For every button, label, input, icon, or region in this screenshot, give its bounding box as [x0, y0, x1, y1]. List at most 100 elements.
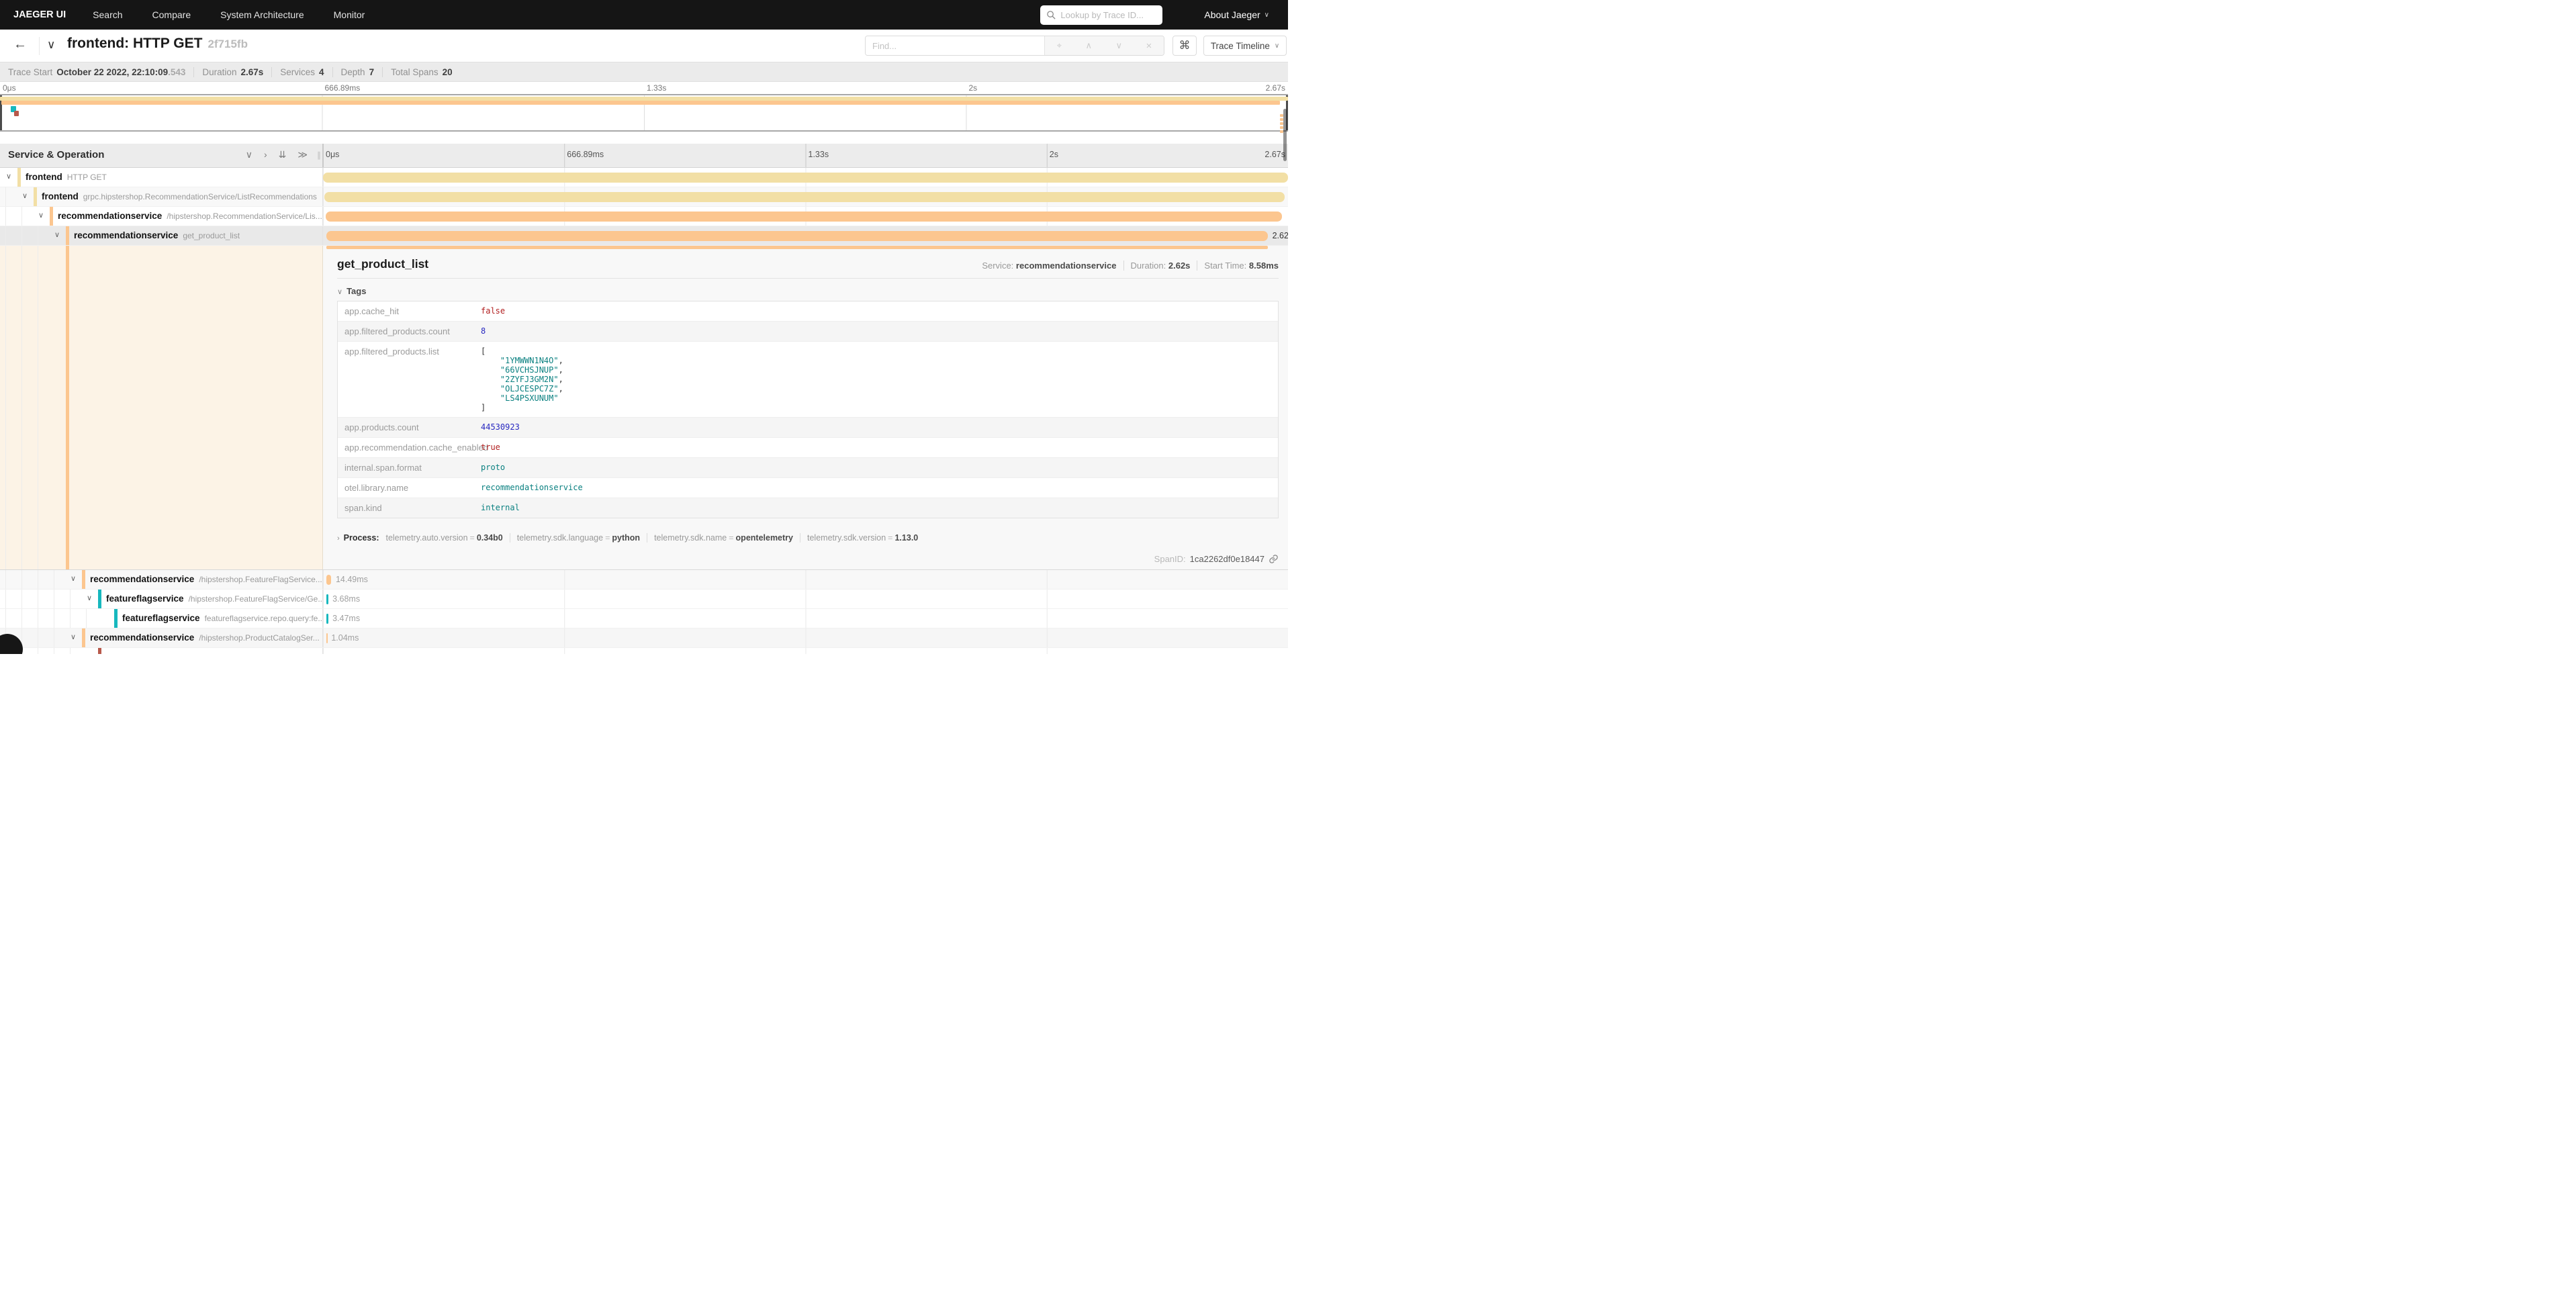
tag-row[interactable]: app.cache_hitfalse [338, 301, 1278, 322]
about-jaeger-menu[interactable]: About Jaeger ∨ [1204, 9, 1269, 20]
clear-find-icon[interactable]: × [1146, 40, 1152, 52]
trace-id-search-input[interactable] [1040, 5, 1162, 25]
span-timeline-cell[interactable]: 2.62s [323, 226, 1288, 245]
span-timeline-cell[interactable] [323, 168, 1288, 187]
span-name-cell[interactable]: ∨ frontendgrpc.hipstershop.Recommendation… [0, 187, 323, 206]
span-duration-bar[interactable] [323, 173, 1288, 183]
next-result-icon[interactable]: ∨ [1116, 40, 1123, 51]
span-detail-meta: Service: recommendationservice Duration:… [982, 261, 1279, 271]
span-duration-bar[interactable] [324, 192, 1285, 202]
expand-one-icon[interactable]: › [264, 149, 267, 160]
indent-guide [21, 207, 22, 226]
column-resizer-handle[interactable]: ∥ [317, 150, 321, 160]
span-name-cell[interactable]: ∨frontendHTTP GET [0, 168, 323, 187]
span-duration-bar[interactable] [326, 614, 328, 624]
chevron-down-icon[interactable]: ∨ [6, 172, 11, 181]
jaeger-trace-page: JAEGER UI Search Compare System Architectu… [0, 0, 1288, 654]
chevron-down-icon: ∨ [337, 288, 342, 296]
find-input[interactable] [866, 36, 1044, 55]
keyboard-shortcuts-button[interactable]: ⌘ [1172, 36, 1197, 56]
span-row[interactable]: ∨ recommendationservice/hipstershop.Recom… [0, 207, 1288, 226]
tag-row[interactable]: app.products.count44530923 [338, 418, 1278, 438]
tag-row[interactable]: span.kindinternal [338, 498, 1278, 518]
span-name-cell[interactable]: ∨recommendationserviceget_product_list [0, 226, 323, 245]
process-section-toggle[interactable]: ›Process: [337, 533, 379, 543]
span-timeline-cell[interactable] [323, 648, 1288, 654]
span-timeline-cell[interactable] [323, 207, 1288, 226]
nav-item-system-architecture[interactable]: System Architecture [220, 9, 304, 20]
span-name-cell[interactable]: ∨ recommendationservice/hipstershop.Recom… [0, 207, 323, 226]
collapse-all-icon[interactable]: ⇊ [279, 149, 287, 160]
tag-row[interactable]: otel.library.namerecommendationservice [338, 478, 1278, 498]
span-duration-label: 14.49ms [336, 575, 368, 584]
span-timeline-cell[interactable]: 14.49ms [323, 570, 1288, 589]
selected-span-bar-strip[interactable] [326, 246, 1269, 249]
indent-guide [21, 590, 22, 608]
chevron-down-icon[interactable]: ∨ [71, 633, 76, 641]
tag-row[interactable]: app.recommendation.cache_enabledtrue [338, 438, 1278, 458]
nav-item-monitor[interactable]: Monitor [334, 9, 365, 20]
minimap-canvas[interactable] [0, 94, 1288, 132]
tag-key: app.recommendation.cache_enabled [338, 438, 475, 457]
nav-item-compare[interactable]: Compare [152, 9, 191, 20]
span-duration-bar[interactable] [326, 633, 328, 643]
span-duration-bar[interactable] [326, 212, 1282, 222]
span-row[interactable]: ∨frontendHTTP GET [0, 168, 1288, 187]
span-row[interactable]: ∨recommendationservice/hipstershop.Produ… [0, 628, 1288, 648]
prev-result-icon[interactable]: ∧ [1086, 40, 1093, 51]
span-name-cell[interactable] [0, 648, 323, 654]
chevron-down-icon[interactable]: ∨ [22, 191, 28, 200]
span-duration-bar[interactable] [326, 594, 328, 604]
app-logo[interactable]: JAEGER UI [13, 9, 66, 20]
chevron-down-icon[interactable]: ∨ [71, 574, 76, 583]
locate-icon[interactable]: ⌖ [1057, 40, 1062, 51]
span-row[interactable]: featureflagservicefeatureflagservice.rep… [0, 609, 1288, 628]
tag-row[interactable]: app.filtered_products.list[ "1YMWWN1N4O"… [338, 342, 1278, 418]
page-scrollbar[interactable] [1283, 109, 1287, 161]
nav-right: About Jaeger ∨ [1040, 5, 1288, 25]
span-row[interactable] [0, 648, 1288, 654]
span-name-cell[interactable]: ∨recommendationservice/hipstershop.Produ… [0, 628, 323, 647]
span-duration-label: 1.04ms [331, 633, 359, 643]
span-name-cell[interactable]: ∨recommendationservice/hipstershop.Featu… [0, 570, 323, 589]
trace-view-selector[interactable]: Trace Timeline ∨ [1203, 36, 1287, 56]
tags-section-toggle[interactable]: ∨Tags [337, 286, 366, 296]
tag-row[interactable]: app.filtered_products.count8 [338, 322, 1278, 342]
minimap-time-labels: 0μs666.89ms1.33s2s2.67s [0, 83, 1288, 94]
tag-row[interactable]: internal.span.formatproto [338, 458, 1278, 478]
span-name-cell[interactable]: featureflagservicefeatureflagservice.rep… [0, 609, 323, 628]
stat-depth: Depth7 [332, 67, 375, 77]
minimap-tick-label: 2.67s [1266, 83, 1285, 93]
span-duration-bar[interactable] [326, 231, 1269, 241]
span-timeline-cell[interactable]: 1.04ms [323, 628, 1288, 647]
trace-title: frontend: HTTP GET2f715fb [67, 36, 248, 52]
span-row[interactable]: ∨featureflagservice/hipstershop.FeatureF… [0, 590, 1288, 609]
nav-item-search[interactable]: Search [93, 9, 122, 20]
span-timeline-cell[interactable] [323, 187, 1288, 206]
indent-guide [70, 648, 71, 654]
expand-all-icon[interactable]: ≫ [297, 149, 308, 160]
chevron-down-icon[interactable]: ∨ [54, 230, 60, 239]
indent-guide [21, 246, 22, 569]
collapse-one-icon[interactable]: ∨ [246, 149, 252, 160]
back-button[interactable]: ← [9, 37, 40, 55]
span-timeline-cell[interactable]: 3.47ms [323, 609, 1288, 628]
trace-id-search[interactable] [1040, 5, 1162, 25]
service-color-bar [98, 590, 101, 608]
span-service-name: recommendationservice/hipstershop.Recomm… [58, 211, 322, 221]
timeline-header-row: Service & Operation ∨›⇊≫ ∥ 0μs666.89ms1.… [0, 144, 1288, 168]
span-duration-label: 3.47ms [332, 614, 360, 623]
span-duration-bar[interactable] [326, 575, 332, 585]
span-row[interactable]: ∨ frontendgrpc.hipstershop.Recommendation… [0, 187, 1288, 207]
span-row[interactable]: ∨recommendationserviceget_product_list 2.… [0, 226, 1288, 246]
chevron-down-icon[interactable]: ∨ [87, 594, 92, 602]
span-bar-label: 2.62s [1273, 231, 1288, 240]
span-row[interactable]: ∨recommendationservice/hipstershop.Featu… [0, 570, 1288, 590]
copy-link-icon[interactable] [1269, 554, 1279, 564]
span-service-name: frontendgrpc.hipstershop.RecommendationS… [42, 191, 317, 201]
collapse-trace-chevron-icon[interactable]: ∨ [47, 38, 55, 52]
span-name-cell[interactable]: ∨featureflagservice/hipstershop.FeatureF… [0, 590, 323, 608]
chevron-down-icon[interactable]: ∨ [38, 211, 44, 220]
span-timeline-cell[interactable]: 3.68ms [323, 590, 1288, 608]
indent-guide [70, 609, 71, 628]
